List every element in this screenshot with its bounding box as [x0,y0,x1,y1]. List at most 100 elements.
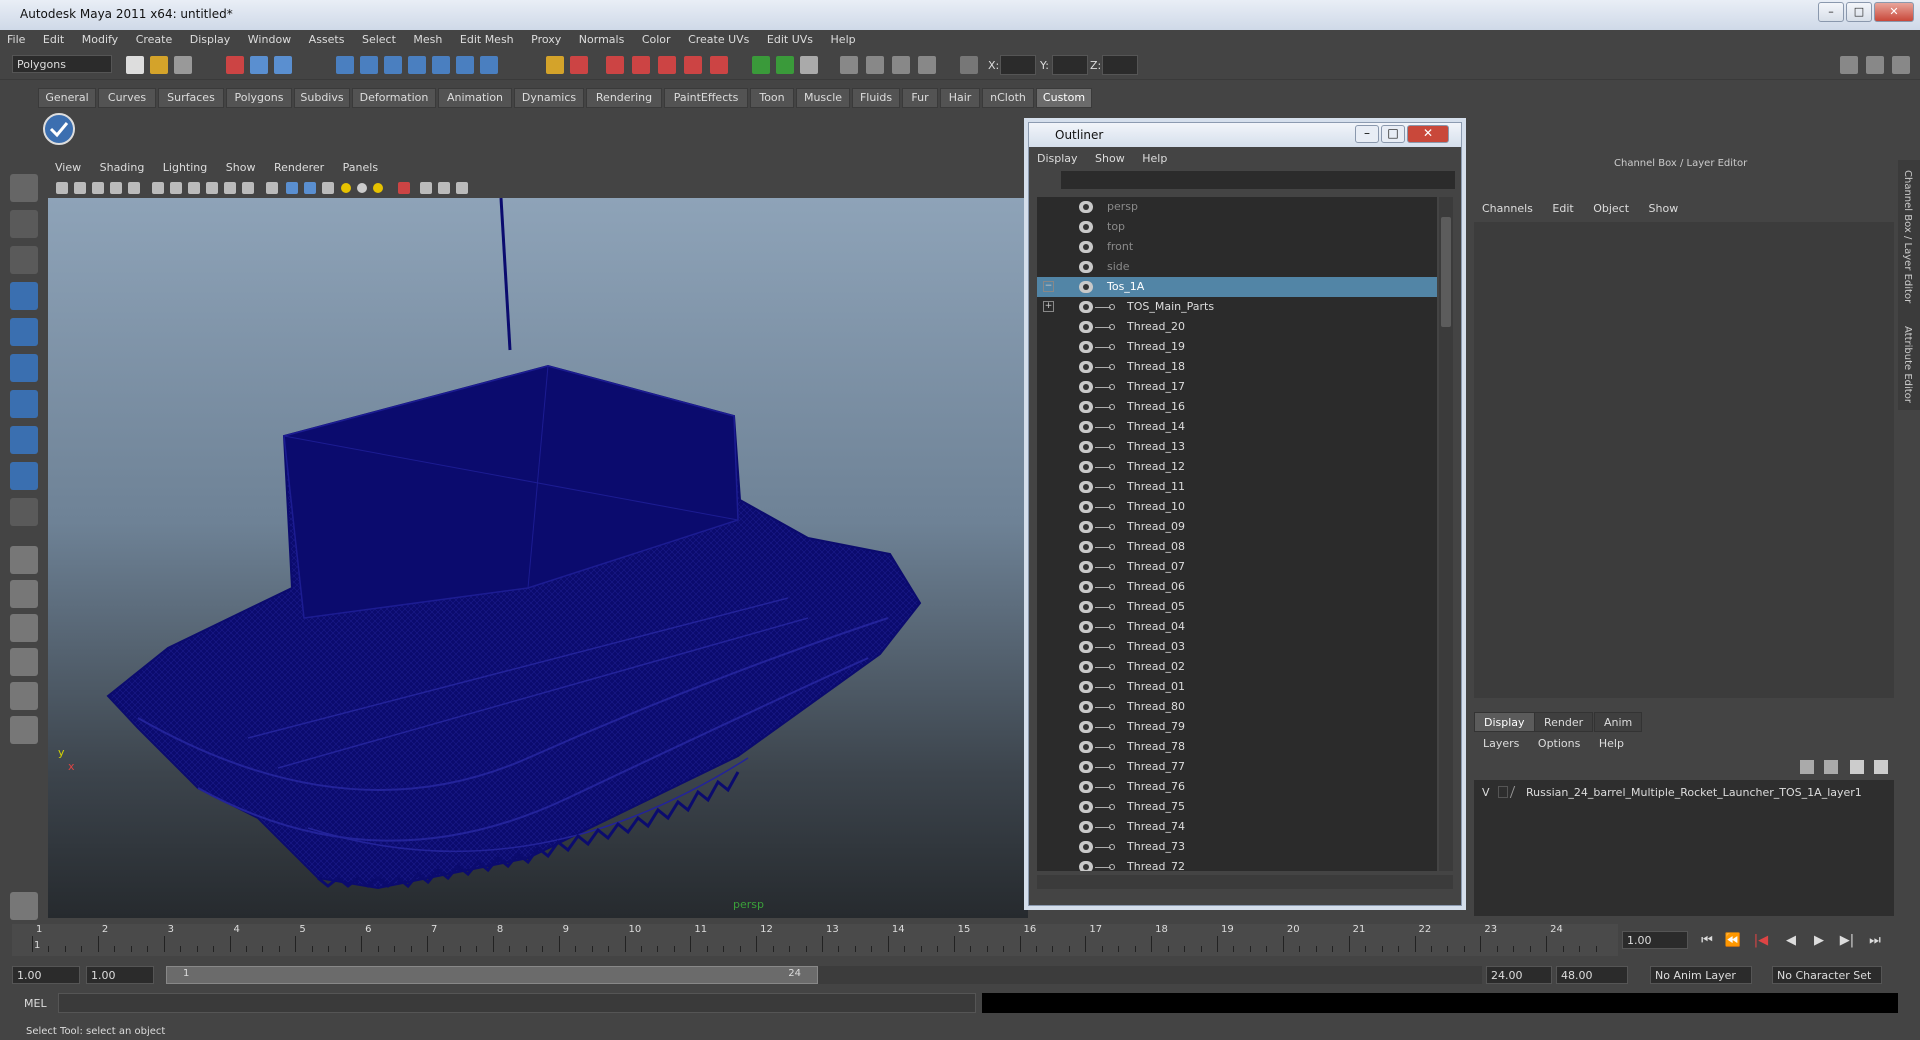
layer-color-swatch[interactable] [1509,786,1525,798]
shelf-tab-polygons[interactable]: Polygons [226,88,292,108]
toggle-attribute-editor-icon[interactable] [1840,56,1858,74]
shelf-tab-ncloth[interactable]: nCloth [982,88,1034,108]
outliner-item[interactable]: Thread_11 [1037,477,1437,497]
play-backwards-icon[interactable]: ◀ [1780,932,1802,950]
rotate-tool-icon[interactable] [10,318,38,346]
play-forwards-icon[interactable]: ▶ [1808,932,1830,950]
shelf-tab-painteffects[interactable]: PaintEffects [664,88,748,108]
mel-label[interactable]: MEL [24,997,47,1010]
outliner-item-camera[interactable]: persp [1037,197,1437,217]
playback-end-field[interactable]: 24.00 [1486,966,1552,984]
close-button[interactable]: ✕ [1874,2,1914,22]
menu-file[interactable]: File [0,30,32,46]
go-to-end-icon[interactable]: ⏭ [1864,932,1886,950]
menu-display[interactable]: Display [183,30,238,46]
outliner-item[interactable]: Thread_09 [1037,517,1437,537]
layer-row[interactable]: V Russian_24_barrel_Multiple_Rocket_Laun… [1478,784,1888,802]
select-hierarchy-icon[interactable] [226,56,244,74]
time-slider[interactable]: 1 2 3 4 5 6 7 8 9 10 11 12 13 14 15 16 17 18 19 20 21 22 23 24 … [12,924,1618,956]
cb-menu-edit[interactable]: Edit [1544,200,1581,215]
outliner-item-camera[interactable]: side [1037,257,1437,277]
shelf-tab-general[interactable]: General [38,88,96,108]
universal-manipulator-icon[interactable] [10,390,38,418]
outliner-item[interactable]: Thread_74 [1037,817,1437,837]
outliner-item[interactable]: Thread_75 [1037,797,1437,817]
expand-toggle-icon[interactable]: + [1043,301,1054,312]
lasso-tool-icon[interactable] [10,210,38,238]
select-highlight-icon[interactable] [570,56,588,74]
paint-select-tool-icon[interactable] [10,246,38,274]
outliner-filter-field[interactable] [1061,171,1455,189]
shelf-tab-fur[interactable]: Fur [902,88,938,108]
layer-tab-render[interactable]: Render [1534,712,1594,732]
input-ops-icon[interactable] [752,56,770,74]
snap-curve-magnet-icon[interactable] [658,56,676,74]
construction-history-icon[interactable] [800,56,818,74]
help-icon[interactable] [480,56,498,74]
menu-edit-uvs[interactable]: Edit UVs [760,30,820,46]
output-ops-icon[interactable] [776,56,794,74]
menu-normals[interactable]: Normals [572,30,632,46]
outliner-item-camera[interactable]: front [1037,237,1437,257]
toggle-tool-settings-icon[interactable] [1866,56,1884,74]
layer-visibility-toggle[interactable]: V [1482,786,1490,799]
snap-curve-icon[interactable] [360,56,378,74]
vp-menu-lighting[interactable]: Lighting [156,158,215,174]
outliner-item[interactable]: Thread_08 [1037,537,1437,557]
outliner-item[interactable]: Thread_14 [1037,417,1437,437]
outliner-item[interactable]: Thread_77 [1037,757,1437,777]
check-icon[interactable] [42,112,76,146]
open-scene-icon[interactable] [150,56,168,74]
single-pane-layout-icon[interactable] [10,546,38,574]
minimize-button[interactable]: – [1818,2,1844,22]
y-field[interactable] [1052,55,1088,75]
render-current-icon[interactable] [866,56,884,74]
outliner-menu-show[interactable]: Show [1087,149,1131,165]
transform-field-icon[interactable] [960,56,978,74]
step-back-key-icon[interactable]: ⏪ [1722,932,1744,950]
menu-select[interactable]: Select [355,30,403,46]
channel-box-area[interactable] [1474,222,1894,698]
character-set-dropdown[interactable]: No Character Set [1772,966,1882,984]
layer-tab-anim[interactable]: Anim [1594,712,1643,732]
vp-menu-shading[interactable]: Shading [93,158,153,174]
ipr-render-icon[interactable] [892,56,910,74]
persp-graph-layout-icon[interactable] [10,648,38,676]
shelf-tab-animation[interactable]: Animation [438,88,512,108]
menu-help[interactable]: Help [824,30,863,46]
outliner-list[interactable]: persp top front side − Tos_1A + TOS_Main_Parts T… [1037,197,1437,871]
cb-menu-object[interactable]: Object [1585,200,1637,215]
outliner-item[interactable]: Thread_76 [1037,777,1437,797]
layer-menu-options[interactable]: Options [1529,734,1586,750]
animation-start-field[interactable]: 1.00 [12,966,80,984]
z-field[interactable] [1102,55,1138,75]
outliner-minimize-button[interactable]: – [1355,125,1379,143]
outliner-horizontal-scrollbar[interactable] [1037,875,1453,889]
snap-view-icon[interactable] [408,56,426,74]
shelf-tab-custom[interactable]: Custom [1036,88,1092,108]
outliner-item[interactable]: Thread_17 [1037,377,1437,397]
outliner-item[interactable]: Thread_72 [1037,857,1437,871]
save-scene-icon[interactable] [174,56,192,74]
shelf-tab-rendering[interactable]: Rendering [586,88,662,108]
show-manipulator-icon[interactable] [10,462,38,490]
outliner-close-button[interactable]: ✕ [1407,125,1449,143]
shelf-tab-surfaces[interactable]: Surfaces [158,88,224,108]
outliner-menu-display[interactable]: Display [1029,149,1084,165]
menu-edit-mesh[interactable]: Edit Mesh [453,30,521,46]
layer-name[interactable]: Russian_24_barrel_Multiple_Rocket_Launch… [1526,786,1862,799]
menu-proxy[interactable]: Proxy [524,30,568,46]
vp-menu-renderer[interactable]: Renderer [267,158,332,174]
shelf-tab-muscle[interactable]: Muscle [796,88,850,108]
outliner-item[interactable]: Thread_16 [1037,397,1437,417]
shelf-tab-toon[interactable]: Toon [750,88,794,108]
layer-template-toggle[interactable] [1498,786,1508,798]
persp-hypershade-layout-icon[interactable] [10,682,38,710]
outliner-scroll-thumb[interactable] [1441,217,1451,327]
move-tool-icon[interactable] [10,282,38,310]
tank-wireframe-model[interactable] [48,198,1028,918]
cb-menu-channels[interactable]: Channels [1474,200,1541,215]
select-object-icon[interactable] [250,56,268,74]
viewport-toolbar-icons[interactable] [48,178,568,198]
vp-menu-show[interactable]: Show [219,158,264,174]
